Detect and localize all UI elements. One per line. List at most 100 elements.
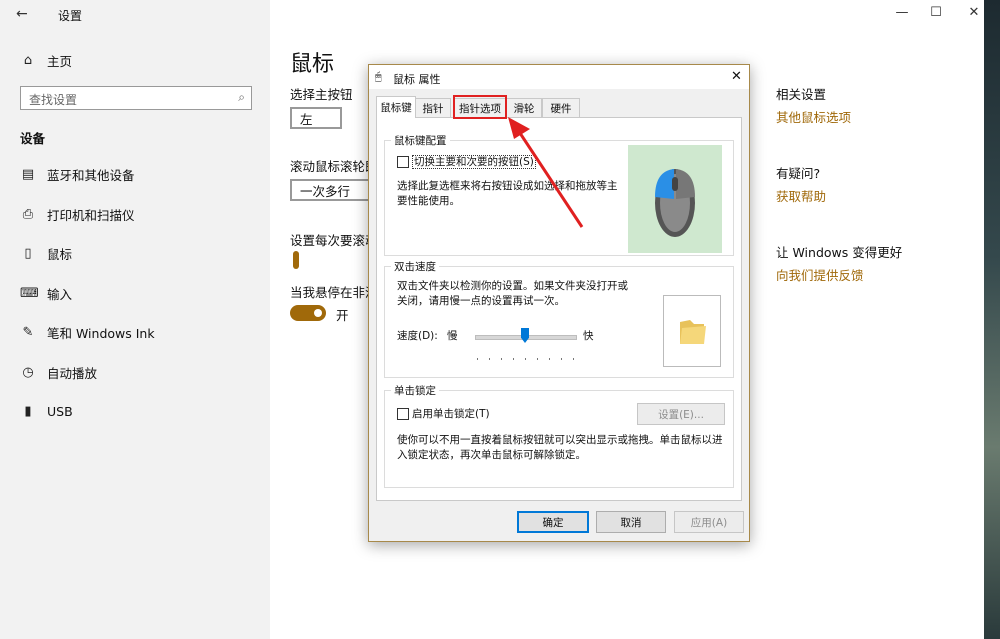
settings-sidebar: ← 设置 ⌂ 主页 查找设置 ⌕ 设备 ▤ 蓝牙和其他设备 ⎙ 打印机和扫描仪 … xyxy=(0,0,270,639)
keyboard-icon: ⌨ xyxy=(20,285,39,301)
sidebar-item-label: 鼠标 xyxy=(47,246,73,262)
baidu-watermark: Bai❀du 经验 jingyan.baidu.com xyxy=(760,528,1000,638)
page-title: 鼠标 xyxy=(290,52,335,77)
improve-heading: 让 Windows 变得更好 xyxy=(776,245,903,260)
search-icon: ⌕ xyxy=(238,90,245,104)
sidebar-item-label: 笔和 Windows Ink xyxy=(47,325,155,341)
annotation-arrow xyxy=(508,117,584,228)
get-help-link[interactable]: 获取帮助 xyxy=(776,186,826,205)
watermark-cn: 经验 xyxy=(904,553,965,586)
sidebar-item-label: 蓝牙和其他设备 xyxy=(47,167,135,183)
scroll-dropdown[interactable]: 一次多行 xyxy=(290,179,370,201)
button-label: 应用(A) xyxy=(690,516,728,529)
checkbox-box xyxy=(397,408,409,420)
lines-slider-thumb[interactable] xyxy=(293,251,299,269)
click-lock-settings-button[interactable]: 设置(E)... xyxy=(637,403,725,425)
folder-icon xyxy=(680,320,706,344)
hover-label: 当我悬停在非活 xyxy=(290,285,378,300)
speed-slider-thumb[interactable] xyxy=(521,328,529,343)
sidebar-item-autoplay[interactable]: ◷ 自动播放 xyxy=(20,362,97,382)
tab-pointers[interactable]: 指针 xyxy=(415,98,451,117)
question-heading: 有疑问? xyxy=(776,166,821,181)
feedback-link[interactable]: 向我们提供反馈 xyxy=(776,265,864,284)
search-input[interactable]: 查找设置 ⌕ xyxy=(20,86,252,110)
mouse-icon: ▯ xyxy=(24,245,32,261)
fast-label: 快 xyxy=(583,330,594,342)
mouse-graphic xyxy=(655,169,695,237)
back-arrow-icon[interactable]: ← xyxy=(16,6,28,22)
watermark-url: jingyan.baidu.com xyxy=(776,594,922,614)
group-label: 单击锁定 xyxy=(391,383,439,398)
sidebar-item-mouse[interactable]: ▯ 鼠标 xyxy=(20,243,72,263)
button-label: 取消 xyxy=(620,516,642,529)
cancel-button[interactable]: 取消 xyxy=(596,511,666,533)
search-placeholder: 查找设置 xyxy=(29,93,78,107)
dialog-titlebar: 🖱 鼠标 属性 ✕ xyxy=(369,65,749,89)
bluetooth-devices-icon: ▤ xyxy=(21,166,35,182)
tab-label: 鼠标键 xyxy=(380,102,412,114)
tick-marks xyxy=(477,358,574,360)
watermark-brand-text: Bai xyxy=(770,546,830,588)
tab-buttons[interactable]: 鼠标键 xyxy=(376,96,416,118)
paw-icon: ❀ xyxy=(829,553,855,586)
toggle-knob xyxy=(314,309,322,317)
sidebar-item-home[interactable]: ⌂ 主页 xyxy=(20,50,72,70)
mouse-app-icon: 🖱 xyxy=(375,70,382,83)
toggle-state: 开 xyxy=(336,308,349,323)
click-lock-checkbox[interactable]: 启用单击锁定(T) xyxy=(397,407,490,422)
double-click-group: 双击速度 双击文件夹以检测你的设置。如果文件夹没打开或关闭，请用慢一点的设置再试… xyxy=(384,259,734,378)
checkbox-label: 启用单击锁定(T) xyxy=(412,408,490,420)
checkbox-box xyxy=(397,156,409,168)
click-lock-description: 使你可以不用一直按着鼠标按钮就可以突出显示或拖拽。单击鼠标以进入锁定状态，再次单… xyxy=(397,434,723,461)
double-click-description: 双击文件夹以检测你的设置。如果文件夹没打开或关闭，请用慢一点的设置再试一次。 xyxy=(397,280,628,307)
tab-label: 指针 xyxy=(422,102,444,115)
close-window-button[interactable]: ✕ xyxy=(964,5,984,21)
slider-ticks xyxy=(477,351,577,360)
watermark-brand-text2: du xyxy=(854,546,901,588)
sidebar-item-printers[interactable]: ⎙ 打印机和扫描仪 xyxy=(20,204,135,224)
home-icon: ⌂ xyxy=(23,52,33,68)
button-label: 确定 xyxy=(542,516,564,529)
test-folder-area[interactable] xyxy=(663,295,721,367)
dropdown-value: 一次多行 xyxy=(300,183,351,199)
slow-label: 慢 xyxy=(447,330,458,342)
primary-button-dropdown[interactable]: 左 xyxy=(290,107,342,129)
pen-icon: ✎ xyxy=(22,324,34,340)
printer-icon: ⎙ xyxy=(22,206,34,222)
sidebar-item-label: 打印机和扫描仪 xyxy=(47,207,135,223)
minimize-button[interactable]: — xyxy=(892,5,912,21)
sidebar-item-typing[interactable]: ⌨ 输入 xyxy=(20,283,72,303)
tab-label: 硬件 xyxy=(550,102,572,115)
group-label: 双击速度 xyxy=(391,259,439,274)
sidebar-item-label: USB xyxy=(47,403,73,419)
watermark-brand: Bai❀du 经验 xyxy=(770,544,965,589)
window-title: 设置 xyxy=(58,9,83,23)
primary-button-label: 选择主按钮 xyxy=(290,87,353,102)
group-label: 鼠标键配置 xyxy=(391,133,450,148)
sidebar-item-label: 主页 xyxy=(47,53,73,69)
dialog-title: 鼠标 属性 xyxy=(393,73,441,86)
ok-button[interactable]: 确定 xyxy=(517,511,589,533)
hover-scroll-toggle[interactable] xyxy=(290,305,326,321)
dialog-close-icon[interactable]: ✕ xyxy=(731,69,742,84)
sidebar-item-label: 自动播放 xyxy=(47,365,98,381)
scroll-label: 滚动鼠标滚轮即 xyxy=(290,159,378,174)
mouse-illustration xyxy=(628,145,722,253)
sidebar-item-bluetooth[interactable]: ▤ 蓝牙和其他设备 xyxy=(20,164,135,184)
sidebar-item-pen[interactable]: ✎ 笔和 Windows Ink xyxy=(20,322,155,342)
apply-button[interactable]: 应用(A) xyxy=(674,511,744,533)
more-mouse-options-link[interactable]: 其他鼠标选项 xyxy=(776,107,851,126)
click-lock-group: 单击锁定 启用单击锁定(T) 设置(E)... 使你可以不用一直按着鼠标按钮就可… xyxy=(384,383,734,488)
sidebar-item-label: 输入 xyxy=(47,286,73,302)
sidebar-item-usb[interactable]: ▮ USB xyxy=(20,401,73,421)
speed-label: 速度(D): xyxy=(397,330,438,342)
usb-icon: ▮ xyxy=(24,403,32,419)
dropdown-value: 左 xyxy=(300,111,313,127)
maximize-button[interactable]: ☐ xyxy=(926,5,946,21)
tab-label: 滑轮 xyxy=(513,102,535,115)
highlight-box xyxy=(453,95,507,119)
lines-label: 设置每次要滚动 xyxy=(290,233,378,248)
autoplay-icon: ◷ xyxy=(22,364,34,380)
button-label: 设置(E)... xyxy=(658,408,704,421)
sidebar-section-title: 设备 xyxy=(20,131,46,146)
